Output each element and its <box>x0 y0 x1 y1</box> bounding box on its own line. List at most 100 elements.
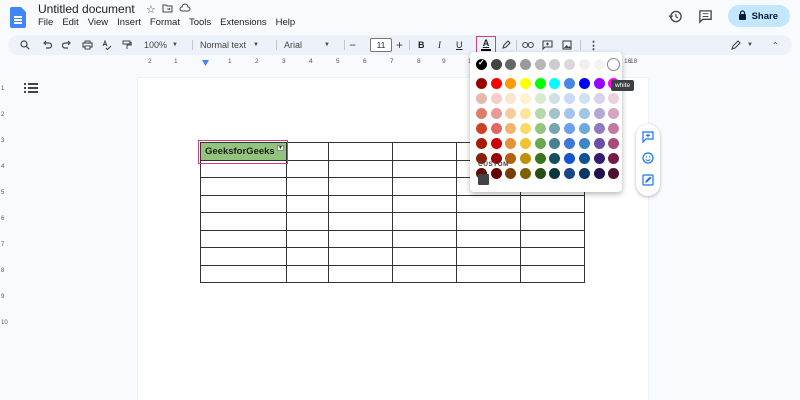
document-outline-icon[interactable] <box>24 82 38 94</box>
color-swatch[interactable] <box>608 138 620 149</box>
menu-edit[interactable]: Edit <box>62 17 78 28</box>
collapse-menus-icon[interactable]: ⌃ <box>772 35 779 55</box>
table-cell[interactable] <box>520 194 585 213</box>
table-cell[interactable] <box>328 264 393 283</box>
comments-icon[interactable] <box>698 8 714 24</box>
color-swatch[interactable] <box>564 123 576 134</box>
document-title[interactable]: Untitled document <box>38 2 135 16</box>
undo-icon[interactable] <box>42 35 52 55</box>
color-swatch[interactable] <box>520 93 532 104</box>
table-cell[interactable] <box>286 264 329 283</box>
color-swatch[interactable] <box>534 59 546 70</box>
print-icon[interactable] <box>82 35 93 55</box>
color-swatch[interactable] <box>490 59 502 70</box>
color-swatch[interactable] <box>476 93 487 104</box>
table-cell[interactable] <box>520 212 585 231</box>
table-cell[interactable] <box>200 194 287 213</box>
color-swatch[interactable] <box>490 123 502 134</box>
vertical-ruler[interactable]: 1 2 3 4 5 6 7 8 9 10 <box>0 72 10 400</box>
paint-format-icon[interactable] <box>122 35 132 55</box>
color-swatch[interactable] <box>520 123 532 134</box>
table-cell[interactable] <box>286 247 329 266</box>
table-cell[interactable] <box>392 142 457 161</box>
table-cell[interactable] <box>392 212 457 231</box>
color-swatch[interactable] <box>505 78 517 89</box>
version-history-icon[interactable] <box>668 8 684 24</box>
menu-extensions[interactable]: Extensions <box>220 17 266 28</box>
color-swatch[interactable] <box>593 59 605 70</box>
color-swatch[interactable] <box>564 108 576 119</box>
color-swatch[interactable] <box>593 153 605 164</box>
underline-button[interactable]: U <box>456 35 463 55</box>
color-swatch[interactable] <box>520 153 532 164</box>
color-swatch[interactable] <box>490 108 502 119</box>
table-cell[interactable] <box>392 194 457 213</box>
menu-help[interactable]: Help <box>276 17 296 28</box>
color-swatch[interactable] <box>476 78 487 89</box>
color-swatch[interactable] <box>549 78 561 89</box>
color-swatch[interactable] <box>549 93 561 104</box>
color-swatch[interactable] <box>534 153 546 164</box>
table-cell[interactable] <box>456 247 521 266</box>
color-swatch[interactable] <box>578 78 590 89</box>
color-swatch[interactable] <box>564 153 576 164</box>
color-swatch[interactable] <box>593 168 605 179</box>
color-swatch[interactable] <box>505 168 517 179</box>
custom-color-swatch[interactable] <box>478 174 489 185</box>
table-cell[interactable] <box>456 264 521 283</box>
table-cell[interactable] <box>200 264 287 283</box>
color-swatch[interactable] <box>593 123 605 134</box>
color-swatch[interactable] <box>520 108 532 119</box>
color-swatch[interactable] <box>608 108 620 119</box>
table-cell[interactable] <box>520 247 585 266</box>
color-swatch[interactable] <box>505 123 517 134</box>
color-swatch[interactable] <box>520 138 532 149</box>
color-swatch[interactable] <box>520 59 532 70</box>
color-swatch[interactable] <box>564 59 576 70</box>
color-swatch[interactable] <box>490 93 502 104</box>
color-swatch[interactable] <box>549 108 561 119</box>
table-cell[interactable] <box>392 247 457 266</box>
color-swatch[interactable] <box>505 59 517 70</box>
font-size-input[interactable]: 11 <box>370 38 392 52</box>
menu-view[interactable]: View <box>88 17 108 28</box>
color-swatch[interactable] <box>490 78 502 89</box>
color-swatch[interactable] <box>549 123 561 134</box>
color-swatch[interactable] <box>608 123 620 134</box>
search-menus-icon[interactable] <box>20 35 30 55</box>
color-swatch[interactable] <box>578 108 590 119</box>
color-swatch[interactable] <box>476 108 487 119</box>
paragraph-style-select[interactable]: Normal text ▼ <box>200 35 259 55</box>
color-swatch[interactable] <box>593 78 605 89</box>
table-cell[interactable] <box>456 194 521 213</box>
color-swatch[interactable] <box>505 93 517 104</box>
color-swatch[interactable] <box>534 93 546 104</box>
table-cell[interactable] <box>200 247 287 266</box>
menu-tools[interactable]: Tools <box>189 17 211 28</box>
table-cell[interactable] <box>392 159 457 178</box>
color-swatch[interactable] <box>578 93 590 104</box>
suggest-edits-icon[interactable] <box>642 174 654 189</box>
table-cell[interactable] <box>200 177 287 196</box>
color-swatch[interactable] <box>476 58 487 70</box>
table-cell[interactable] <box>328 247 393 266</box>
menu-file[interactable]: File <box>38 17 53 28</box>
color-swatch[interactable] <box>578 138 590 149</box>
menu-insert[interactable]: Insert <box>117 17 141 28</box>
color-swatch[interactable] <box>608 168 620 179</box>
color-swatch[interactable] <box>578 123 590 134</box>
table-cell[interactable] <box>328 212 393 231</box>
color-swatch[interactable] <box>534 108 546 119</box>
color-swatch[interactable] <box>520 78 532 89</box>
font-select[interactable]: Arial ▼ <box>284 35 330 55</box>
color-swatch[interactable] <box>608 59 620 70</box>
color-swatch[interactable] <box>520 168 532 179</box>
table-cell[interactable] <box>200 212 287 231</box>
redo-icon[interactable] <box>62 35 72 55</box>
color-swatch[interactable] <box>549 59 561 70</box>
increase-font-size-icon[interactable]: + <box>396 35 403 55</box>
color-swatch[interactable] <box>534 123 546 134</box>
color-swatch[interactable] <box>549 138 561 149</box>
table-cell[interactable] <box>286 194 329 213</box>
table-cell[interactable] <box>286 229 329 248</box>
